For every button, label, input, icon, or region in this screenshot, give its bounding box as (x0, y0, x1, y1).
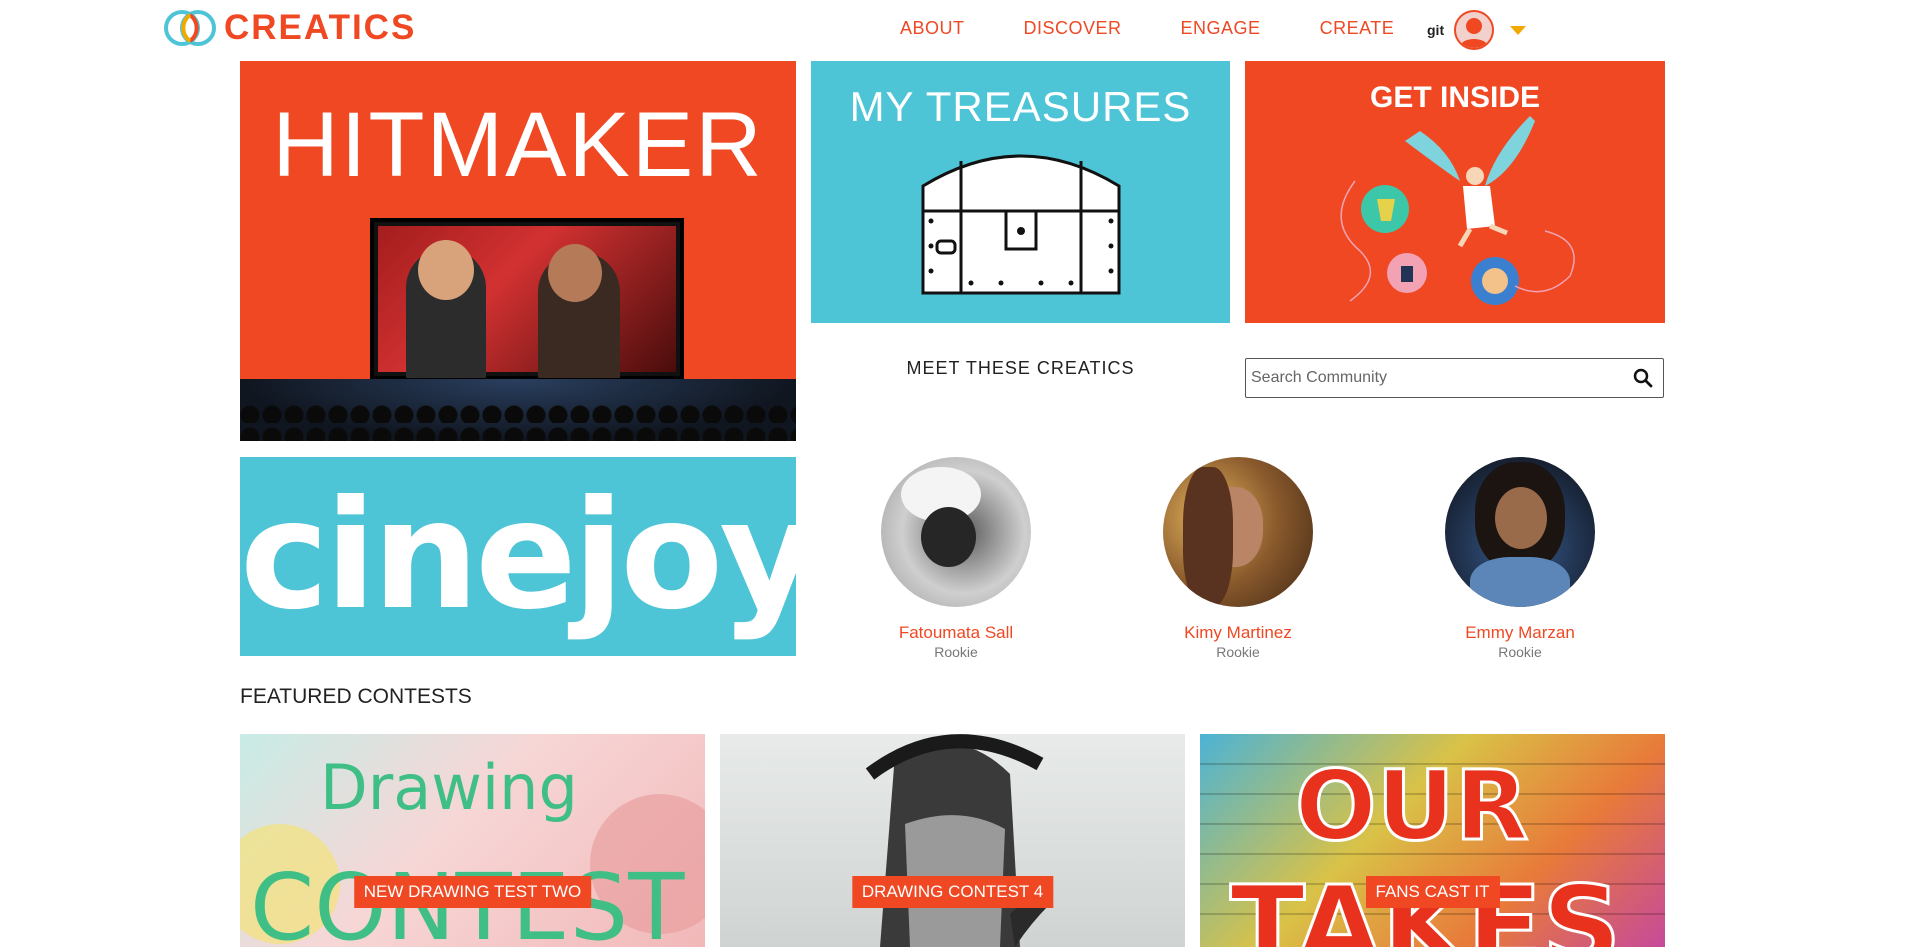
featured-contests-heading: FEATURED CONTESTS (240, 685, 472, 708)
community-heading: MEET THESE CREATICS (906, 358, 1135, 378)
contest-card[interactable]: DRAWING CONTEST 4 (720, 734, 1185, 947)
hitmaker-title: HITMAKER (272, 94, 764, 196)
member-name[interactable]: Kimy Martinez (1148, 623, 1328, 643)
user-name: git (1427, 22, 1445, 38)
nav-discover[interactable]: DISCOVER (1024, 18, 1122, 39)
contest-art-image (865, 734, 1050, 947)
member-rank: Rookie (1216, 644, 1260, 660)
member-photo[interactable] (1445, 457, 1595, 607)
contest-label[interactable]: DRAWING CONTEST 4 (851, 876, 1054, 908)
nav-create[interactable]: CREATE (1320, 18, 1395, 39)
member-name[interactable]: Fatoumata Sall (866, 623, 1046, 643)
nav-engage[interactable]: ENGAGE (1181, 18, 1261, 39)
member-rank: Rookie (934, 644, 978, 660)
cinejoy-title: cinejoy (240, 469, 796, 643)
contest-art-text: Drawing (320, 751, 578, 824)
search-input[interactable] (1246, 359, 1623, 397)
search-community (1245, 358, 1664, 398)
nav-about[interactable]: ABOUT (900, 18, 965, 39)
member-card[interactable]: Kimy Martinez Rookie (1148, 457, 1328, 660)
get-inside-tile[interactable]: GET INSIDE (1245, 61, 1665, 323)
page: CREATICS ABOUT DISCOVER ENGAGE CREATE gi… (0, 0, 1905, 947)
avatar[interactable] (1454, 10, 1495, 50)
cinema-screen-image (370, 218, 684, 380)
member-photo[interactable] (881, 457, 1031, 607)
contest-art-text: OUR (1295, 750, 1528, 862)
treasure-chest-icon (921, 154, 1121, 295)
member-rank: Rookie (1498, 644, 1542, 660)
search-icon[interactable] (1623, 359, 1663, 397)
member-name[interactable]: Emmy Marzan (1430, 623, 1610, 643)
member-card[interactable]: Fatoumata Sall Rookie (866, 457, 1046, 660)
cupid-illustration-icon (1340, 116, 1575, 305)
hitmaker-tile[interactable]: HITMAKER (240, 61, 796, 441)
contest-label[interactable]: NEW DRAWING TEST TWO (353, 876, 592, 908)
contest-art-image: Drawing CONTEST (240, 751, 705, 947)
site-header: CREATICS ABOUT DISCOVER ENGAGE CREATE gi… (0, 0, 1905, 58)
brand-name: CREATICS (224, 8, 417, 47)
logo[interactable]: CREATICS (162, 8, 416, 48)
logo-rings-icon (164, 10, 216, 46)
user-menu[interactable]: git (1427, 10, 1527, 50)
contest-label[interactable]: FANS CAST IT (1365, 876, 1500, 908)
my-treasures-tile[interactable]: MY TREASURES (811, 61, 1230, 323)
chevron-down-icon[interactable] (1510, 25, 1527, 35)
member-card[interactable]: Emmy Marzan Rookie (1430, 457, 1610, 660)
contest-art-image: OUR TAKES (1200, 749, 1665, 947)
main-nav: ABOUT DISCOVER ENGAGE CREATE (900, 18, 1453, 39)
contest-card[interactable]: Drawing CONTEST NEW DRAWING TEST TWO (240, 734, 705, 947)
cinejoy-tile[interactable]: cinejoy (240, 457, 796, 656)
user-avatar-icon (1459, 18, 1490, 48)
contest-card[interactable]: OUR TAKES FANS CAST IT (1200, 734, 1665, 947)
audience-image (240, 379, 796, 441)
member-photo[interactable] (1163, 457, 1313, 607)
